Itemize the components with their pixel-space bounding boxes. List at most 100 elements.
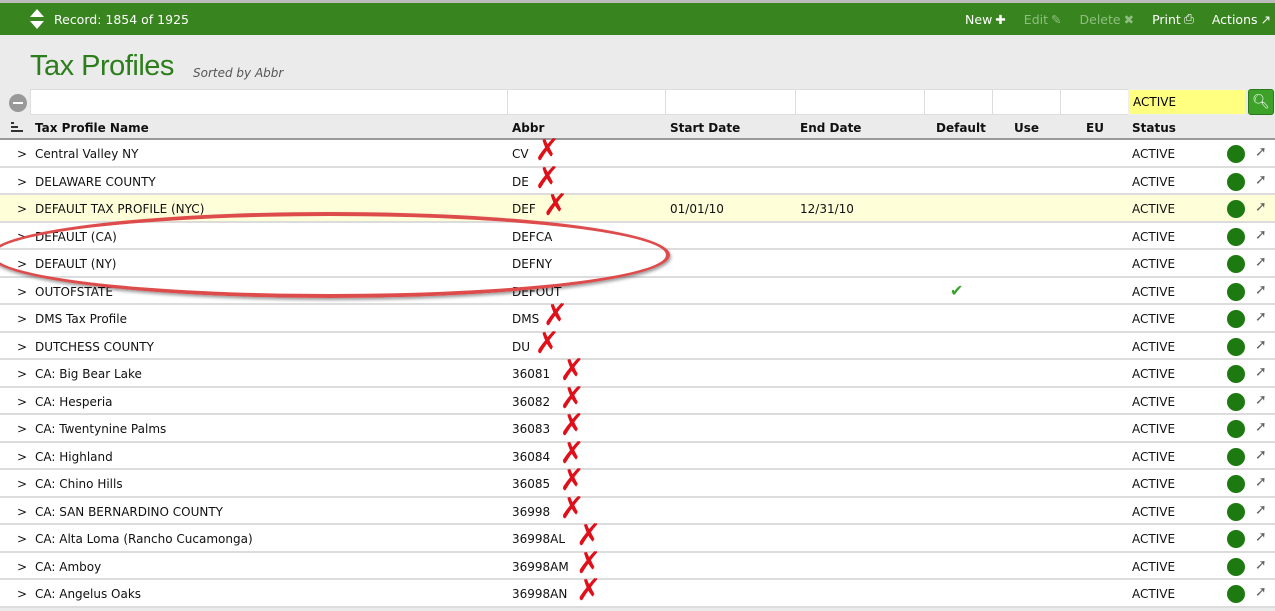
col-default[interactable]: Default <box>936 121 986 135</box>
open-record-arrow-icon[interactable]: ➚ <box>1255 502 1267 518</box>
open-record-arrow-icon[interactable]: ➚ <box>1255 419 1267 435</box>
col-use[interactable]: Use <box>1014 121 1039 135</box>
row-name: CA: Highland <box>35 449 113 464</box>
status-active-icon <box>1227 255 1245 273</box>
filter-abbr-input[interactable] <box>507 89 665 115</box>
new-label: New <box>965 11 993 27</box>
status-active-icon <box>1227 227 1245 246</box>
open-record-arrow-icon[interactable]: ➚ <box>1255 172 1267 188</box>
expand-chevron-icon[interactable]: > <box>17 587 27 601</box>
expand-chevron-icon[interactable]: > <box>17 532 27 546</box>
filter-eu-input[interactable] <box>1060 89 1128 115</box>
row-name: CA: Angelus Oaks <box>35 587 142 601</box>
open-record-arrow-icon[interactable]: ➚ <box>1255 309 1267 325</box>
row-abbr: DE <box>512 174 529 189</box>
open-record-arrow-icon[interactable]: ➚ <box>1255 557 1267 573</box>
table-row[interactable]: > OUTOFSTATE DEFOUT ✔ ACTIVE ➚ <box>0 277 1275 305</box>
row-name: CA: Big Bear Lake <box>35 367 142 381</box>
filter-default-input[interactable] <box>924 89 992 115</box>
row-name: CA: Amboy <box>35 559 102 574</box>
edit-button[interactable]: Edit ✎ <box>1024 11 1062 27</box>
toolbar-actions: New ✚ Edit ✎ Delete ✖ Print ⎙ Actions ↗ <box>965 11 1271 27</box>
row-abbr: DMS <box>512 312 540 326</box>
expand-chevron-icon[interactable]: > <box>17 340 27 354</box>
expand-chevron-icon[interactable]: > <box>17 312 27 326</box>
pencil-icon: ✎ <box>1051 11 1062 27</box>
status-active-icon <box>1227 502 1245 521</box>
open-record-arrow-icon[interactable]: ➚ <box>1255 227 1267 243</box>
row-status: ACTIVE <box>1132 504 1176 519</box>
open-record-arrow-icon[interactable]: ➚ <box>1255 584 1267 600</box>
search-button[interactable]: 🔍︎ <box>1248 89 1274 115</box>
sort-icon[interactable] <box>11 122 23 132</box>
expand-chevron-icon[interactable]: > <box>17 202 27 216</box>
table-row[interactable]: > CA: Twentynine Palms 36083 ✗ ACTIVE ➚ <box>0 411 1275 443</box>
expand-chevron-icon[interactable]: > <box>17 505 27 519</box>
col-status[interactable]: Status <box>1132 121 1176 135</box>
col-start-date[interactable]: Start Date <box>670 121 740 135</box>
open-record-arrow-icon[interactable]: ➚ <box>1255 199 1267 215</box>
filter-use-input[interactable] <box>992 89 1060 115</box>
open-record-arrow-icon[interactable]: ➚ <box>1255 282 1267 298</box>
row-abbr: DEFCA <box>512 229 553 244</box>
col-eu[interactable]: EU <box>1086 121 1104 135</box>
filter-start-date-input[interactable] <box>665 89 795 115</box>
print-button[interactable]: Print ⎙ <box>1152 11 1194 27</box>
delete-label: Delete <box>1079 11 1121 27</box>
expand-chevron-icon[interactable]: > <box>17 560 27 574</box>
table-row[interactable]: > CA: Amboy 36998AM ✗ ACTIVE ➚ <box>0 548 1275 580</box>
row-status: ACTIVE <box>1132 284 1176 299</box>
col-end-date[interactable]: End Date <box>800 121 861 135</box>
filter-row <box>30 89 1245 115</box>
open-record-arrow-icon[interactable]: ➚ <box>1255 392 1267 408</box>
col-name[interactable]: Tax Profile Name <box>35 121 149 135</box>
actions-button[interactable]: Actions ↗ <box>1212 11 1271 27</box>
row-status: ACTIVE <box>1132 477 1176 491</box>
open-record-arrow-icon[interactable]: ➚ <box>1255 144 1267 160</box>
row-status: ACTIVE <box>1132 174 1176 189</box>
table-row[interactable]: > CA: Chino Hills 36085 ✗ ACTIVE ➚ <box>0 466 1275 498</box>
expand-chevron-icon[interactable]: > <box>17 367 27 381</box>
table-row[interactable]: > CA: Alta Loma (Rancho Cucamonga) 36998… <box>0 521 1275 553</box>
table-row[interactable]: > Central Valley NY CV ✗ ACTIVE ➚ <box>0 136 1275 168</box>
open-record-arrow-icon[interactable]: ➚ <box>1255 474 1267 490</box>
table-row[interactable]: > CA: Angelus Oaks 36998AN ✗ ACTIVE ➚ <box>0 576 1275 608</box>
expand-chevron-icon[interactable]: > <box>17 395 27 409</box>
table-row[interactable]: > DELAWARE COUNTY DE ✗ ACTIVE ➚ <box>0 163 1275 195</box>
open-record-arrow-icon[interactable]: ➚ <box>1255 529 1267 545</box>
expand-chevron-icon[interactable]: > <box>17 147 27 161</box>
table-row[interactable]: > CA: Big Bear Lake 36081 ✗ ACTIVE ➚ <box>0 356 1275 388</box>
expand-chevron-icon[interactable]: > <box>17 422 27 436</box>
row-abbr: CV <box>512 147 529 161</box>
table-row[interactable]: > CA: Hesperia 36082 ✗ ACTIVE ➚ <box>0 383 1275 415</box>
new-button[interactable]: New ✚ <box>965 11 1006 27</box>
table-row[interactable]: > DEFAULT (CA) DEFCA ACTIVE ➚ <box>0 222 1275 250</box>
expand-chevron-icon[interactable]: > <box>17 175 27 189</box>
table-row[interactable]: > DUTCHESS COUNTY DU ✗ ACTIVE ➚ <box>0 328 1275 360</box>
row-name: CA: Chino Hills <box>35 477 123 491</box>
open-record-arrow-icon[interactable]: ➚ <box>1255 447 1267 463</box>
expand-chevron-icon[interactable]: > <box>17 230 27 244</box>
row-status: ACTIVE <box>1132 449 1176 464</box>
table-row[interactable]: > CA: SAN BERNARDINO COUNTY 36998 ✗ ACTI… <box>0 493 1275 525</box>
up-down-arrows-icon[interactable] <box>30 9 44 29</box>
actions-label: Actions <box>1211 11 1258 27</box>
open-record-arrow-icon[interactable]: ➚ <box>1255 364 1267 380</box>
filter-status-input[interactable] <box>1128 89 1245 115</box>
expand-chevron-icon[interactable]: > <box>17 450 27 464</box>
table-row[interactable]: > DEFAULT (NY) DEFNY ACTIVE ➚ <box>0 250 1275 278</box>
filter-name-input[interactable] <box>30 89 507 115</box>
delete-button[interactable]: Delete ✖ <box>1080 11 1135 27</box>
expand-chevron-icon[interactable]: > <box>17 477 27 491</box>
table-row[interactable]: > DEFAULT TAX PROFILE (NYC) DEF ✗ 01/01/… <box>0 191 1275 223</box>
open-record-arrow-icon[interactable]: ➚ <box>1255 254 1267 270</box>
table-row[interactable]: > DMS Tax Profile DMS ✗ ACTIVE ➚ <box>0 301 1275 333</box>
clear-filter-icon[interactable] <box>9 94 27 112</box>
expand-chevron-icon[interactable]: > <box>17 257 27 271</box>
expand-chevron-icon[interactable]: > <box>17 285 27 299</box>
row-name: DUTCHESS COUNTY <box>35 339 154 354</box>
table-row[interactable]: > CA: Highland 36084 ✗ ACTIVE ➚ <box>0 438 1275 470</box>
filter-end-date-input[interactable] <box>795 89 924 115</box>
status-active-icon <box>1227 530 1245 548</box>
open-record-arrow-icon[interactable]: ➚ <box>1255 337 1267 353</box>
